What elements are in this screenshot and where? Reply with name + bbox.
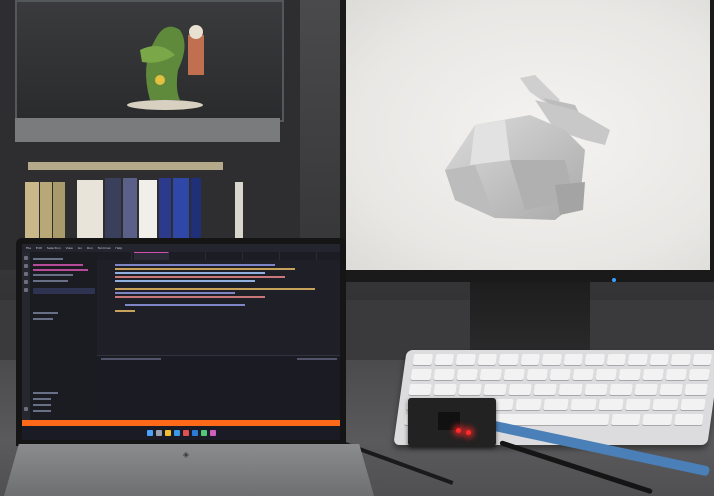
vscode-titlebar: File Edit Selection View Go Run Terminal… — [22, 244, 340, 252]
terminal-panel[interactable] — [97, 355, 340, 421]
menu-help[interactable]: Help — [115, 246, 122, 250]
editor-tab[interactable] — [97, 252, 132, 260]
menu-terminal[interactable]: Terminal — [98, 246, 111, 250]
board-led — [456, 428, 461, 433]
windows-taskbar — [22, 426, 340, 440]
extensions-icon[interactable] — [24, 288, 28, 292]
menu-go[interactable]: Go — [78, 246, 82, 250]
editor-tab[interactable] — [171, 252, 206, 260]
dev-board — [408, 398, 496, 446]
vscode-activity-bar — [22, 252, 30, 420]
bunny-mesh-render — [445, 75, 610, 220]
vscode-icon[interactable] — [191, 430, 198, 436]
menu-file[interactable]: File — [26, 246, 31, 250]
search-icon[interactable] — [24, 264, 28, 268]
monitor-stand — [470, 282, 590, 352]
code-editor[interactable] — [97, 260, 340, 355]
laptop-logo: ◈ — [182, 450, 190, 459]
shelf-board — [15, 118, 280, 142]
monitor-power-led — [612, 278, 616, 282]
vscode-sidebar — [30, 252, 97, 420]
board-led — [466, 430, 471, 435]
editor-tab[interactable] — [208, 252, 243, 260]
editor-tab[interactable] — [245, 252, 280, 260]
menu-edit[interactable]: Edit — [36, 246, 42, 250]
browser-icon[interactable] — [173, 430, 180, 436]
menu-view[interactable]: View — [66, 246, 73, 250]
folder-icon[interactable] — [164, 430, 171, 436]
app-icon[interactable] — [209, 430, 216, 436]
explorer-icon[interactable] — [24, 256, 28, 260]
gear-icon[interactable] — [24, 407, 28, 411]
menu-selection[interactable]: Selection — [47, 246, 61, 250]
app-icon[interactable] — [182, 430, 189, 436]
laptop-screen: File Edit Selection View Go Run Terminal… — [22, 244, 340, 440]
figurine — [127, 25, 204, 110]
vscode-tabs — [97, 252, 340, 261]
source-control-icon[interactable] — [24, 272, 28, 276]
book-on-top — [28, 162, 223, 170]
menu-run[interactable]: Run — [87, 246, 93, 250]
start-icon[interactable] — [146, 430, 153, 436]
app-icon[interactable] — [200, 430, 207, 436]
search-icon[interactable] — [155, 430, 162, 436]
debug-icon[interactable] — [24, 280, 28, 284]
editor-tab[interactable] — [282, 252, 317, 260]
